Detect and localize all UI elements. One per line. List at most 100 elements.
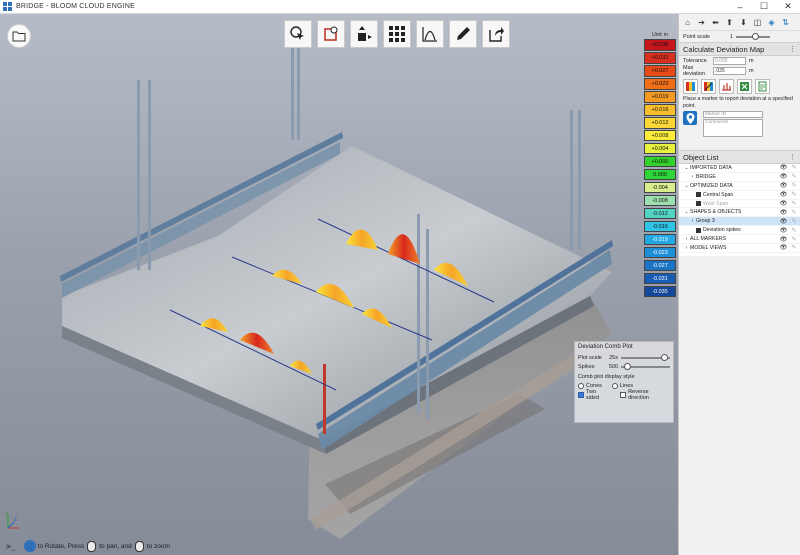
visibility-eye-icon[interactable]: 👁	[779, 209, 788, 216]
expand-toggle-icon[interactable]: ›	[683, 245, 690, 251]
object-list-options-icon[interactable]: ⋮	[789, 153, 796, 161]
spikes-slider-knob[interactable]	[624, 362, 632, 370]
layers-icon[interactable]: ◈	[766, 18, 777, 27]
arrow-left-icon[interactable]: ⬅	[710, 18, 721, 27]
edit-pencil-icon[interactable]: ✎	[788, 209, 800, 216]
export-tool-button[interactable]	[482, 20, 510, 48]
plot-scale-slider-knob[interactable]	[661, 353, 669, 361]
edit-pencil-icon[interactable]: ✎	[788, 173, 800, 180]
tree-item[interactable]: › Group 3 👁 ✎	[679, 217, 800, 227]
close-button[interactable]: ✕	[776, 0, 800, 14]
export-report-button[interactable]	[737, 79, 752, 94]
object-list-header[interactable]: Object List ⋮	[679, 150, 800, 164]
visibility-eye-icon[interactable]: 👁	[779, 218, 788, 225]
select-tool-button[interactable]	[284, 20, 312, 48]
visibility-eye-icon[interactable]: 👁	[779, 173, 788, 180]
edit-pencil-icon[interactable]: ✎	[788, 227, 800, 234]
pole	[426, 229, 429, 419]
tree-item[interactable]: Central Span 👁 ✎	[679, 191, 800, 200]
deviation-section-header[interactable]: Calculate Deviation Map ⋮	[679, 42, 800, 56]
edit-pencil-icon[interactable]: ✎	[788, 182, 800, 189]
edit-pencil-icon[interactable]: ✎	[788, 200, 800, 207]
distribution-chart-icon	[422, 27, 437, 42]
console-prompt[interactable]: >_	[6, 542, 16, 551]
reverse-option[interactable]: Reverse direction	[620, 389, 670, 401]
open-file-button[interactable]	[7, 24, 31, 48]
spikes-slider[interactable]	[621, 362, 670, 370]
tree-item[interactable]: › MODEL VIEWS 👁 ✎	[679, 244, 800, 253]
tree-item[interactable]: West Span 👁 ✎	[679, 200, 800, 209]
export-pdf-button[interactable]	[755, 79, 770, 94]
color-map-remove-icon	[704, 82, 713, 91]
legend-cell: -0.019	[644, 233, 676, 246]
tree-item[interactable]: ⌄ OPTIMIZED DATA 👁 ✎	[679, 182, 800, 191]
comb-plot-button[interactable]	[719, 79, 734, 94]
expand-toggle-icon[interactable]: ⌄	[683, 183, 690, 189]
arrow-down-icon[interactable]: ⬇	[738, 18, 749, 27]
edit-pencil-icon[interactable]: ✎	[788, 218, 800, 225]
visibility-eye-icon[interactable]: 👁	[779, 236, 788, 243]
style-label: Comb plot display style	[578, 374, 635, 380]
visibility-eye-icon[interactable]: 👁	[779, 244, 788, 251]
edit-pencil-icon[interactable]: ✎	[788, 191, 800, 198]
tree-item[interactable]: › ALL MARKERS 👁 ✎	[679, 235, 800, 245]
two-sided-checkbox[interactable]	[578, 391, 584, 398]
expand-toggle-icon[interactable]: ›	[689, 174, 696, 180]
legend-cell: -0.031	[644, 272, 676, 285]
visibility-eye-icon[interactable]: 👁	[779, 227, 788, 234]
two-sided-option[interactable]: Two sided	[578, 389, 610, 401]
arrow-up-icon[interactable]: ⬆	[724, 18, 735, 27]
measure-tool-button[interactable]	[350, 20, 378, 48]
place-marker-button[interactable]	[683, 111, 697, 125]
max-deviation-input[interactable]: .035	[713, 67, 746, 75]
point-scale-slider[interactable]	[735, 32, 770, 40]
home-icon[interactable]: ⌂	[682, 18, 693, 27]
visibility-eye-icon[interactable]: 👁	[779, 164, 788, 171]
plot-scale-slider[interactable]	[621, 353, 670, 361]
expand-toggle-icon[interactable]: ›	[689, 218, 696, 224]
point-scale-slider-knob[interactable]	[752, 32, 760, 40]
arrow-right-icon[interactable]: ➔	[696, 18, 707, 27]
expand-toggle-icon[interactable]: ›	[683, 236, 690, 242]
object-list-title: Object List	[683, 152, 719, 162]
lines-radio[interactable]	[611, 382, 618, 389]
edit-pencil-icon[interactable]: ✎	[788, 164, 800, 171]
3d-viewport[interactable]: Unit: m +0.035 +0.031 +0.027 +0.023 +0.019 +0…	[0, 14, 678, 555]
marker-id-input[interactable]: Marker ID	[703, 111, 763, 118]
legend-cell: -0.016	[644, 220, 676, 233]
visibility-eye-icon[interactable]: 👁	[779, 182, 788, 189]
expand-toggle-icon[interactable]: ⌄	[683, 165, 690, 171]
edit-pencil-icon[interactable]: ✎	[788, 244, 800, 251]
grid-tool-button[interactable]	[383, 20, 411, 48]
crop-tool-button[interactable]	[317, 20, 345, 48]
maximize-button[interactable]: ☐	[752, 0, 776, 14]
expand-toggle-icon[interactable]: ⌄	[683, 209, 690, 215]
sync-icon[interactable]: ⇅	[780, 18, 791, 27]
visibility-eye-icon[interactable]: 👁	[779, 200, 788, 207]
legend-cell: -0.023	[644, 246, 676, 259]
deviation-map-button[interactable]	[683, 79, 698, 94]
tree-item[interactable]: ⌄ SHAPES & OBJECTS 👁 ✎	[679, 208, 800, 218]
more-options-icon[interactable]: ⋮	[789, 45, 796, 53]
tree-item[interactable]: › BRIDGE 👁 ✎	[679, 173, 800, 182]
deviation-map-clear-button[interactable]	[701, 79, 716, 94]
cube-view-icon[interactable]: ◫	[752, 18, 763, 27]
annotate-tool-button[interactable]	[449, 20, 477, 48]
tree-item-label: Deviation spikes	[703, 227, 741, 234]
pole	[323, 364, 326, 434]
tolerance-input[interactable]: 0.000	[713, 57, 746, 65]
object-tree: ⌄ IMPORTED DATA 👁 ✎ › BRIDGE 👁 ✎ ⌄ OPTIMIZED DATA…	[679, 164, 800, 256]
visibility-eye-icon[interactable]: 👁	[779, 191, 788, 198]
reverse-checkbox[interactable]	[620, 391, 627, 398]
tree-item-label: Central Span	[703, 191, 734, 198]
comb-plot-icon	[722, 83, 731, 91]
tree-item[interactable]: ⌄ IMPORTED DATA 👁 ✎	[679, 164, 800, 173]
point-scale-row: Point scale 1	[679, 31, 800, 42]
tree-item[interactable]: Deviation spikes 👁 ✎	[679, 226, 800, 236]
legend-cell: +0.004	[644, 142, 676, 155]
comments-input[interactable]: Comments	[703, 119, 763, 137]
histogram-tool-button[interactable]	[416, 20, 444, 48]
spikes-label: Spikes	[578, 363, 595, 370]
edit-pencil-icon[interactable]: ✎	[788, 236, 800, 243]
minimize-button[interactable]: –	[728, 0, 752, 14]
